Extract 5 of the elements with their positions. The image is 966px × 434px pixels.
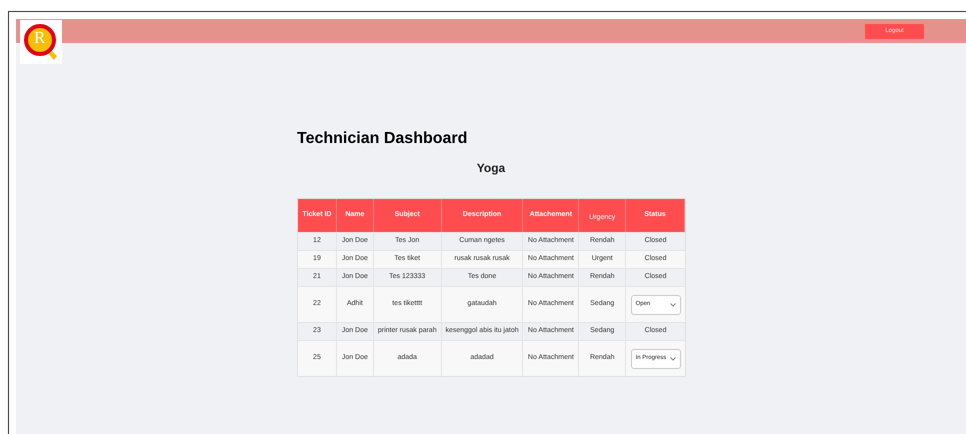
logo: R [20, 20, 62, 64]
chevron-down-icon [670, 302, 676, 306]
chevron-down-icon [670, 356, 676, 360]
page-title: Technician Dashboard [297, 131, 468, 147]
user-name: Yoga [476, 161, 506, 175]
